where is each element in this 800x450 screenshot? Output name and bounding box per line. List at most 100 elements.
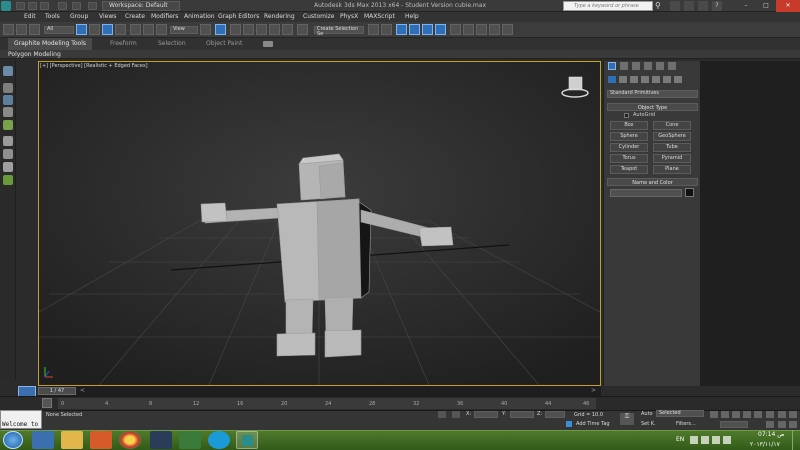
- named-selection-set-dropdown[interactable]: Create Selection Se: [314, 26, 364, 37]
- zoom-icon[interactable]: [766, 411, 774, 418]
- plane-button[interactable]: Plane: [653, 165, 691, 174]
- x-coordinate-field[interactable]: [474, 411, 498, 418]
- box-button[interactable]: Box: [610, 121, 648, 130]
- geometry-icon[interactable]: [608, 76, 616, 83]
- perspective-viewport[interactable]: [38, 61, 601, 386]
- chrome-icon[interactable]: [119, 431, 141, 449]
- create-tab-icon[interactable]: [608, 62, 616, 70]
- reference-coordinate-dropdown[interactable]: View: [170, 26, 198, 34]
- 3ds-max-task-icon[interactable]: [236, 431, 258, 449]
- hierarchy-tab-icon[interactable]: [632, 62, 640, 70]
- menu-views[interactable]: Views: [99, 12, 116, 22]
- cylinder-button[interactable]: Cylinder: [610, 143, 648, 152]
- align-icon[interactable]: [381, 24, 392, 35]
- teapot-button[interactable]: Teapot: [610, 165, 648, 174]
- previous-frame-icon[interactable]: [721, 411, 729, 418]
- time-slider[interactable]: 1 / 47 < >: [38, 386, 601, 396]
- tray-arrow-icon[interactable]: [690, 436, 698, 444]
- skype-icon[interactable]: [208, 431, 230, 449]
- toggle-ribbon-icon[interactable]: [409, 24, 420, 35]
- tab-graphite-modeling-tools[interactable]: Graphite Modeling Tools: [8, 38, 93, 50]
- z-coordinate-field[interactable]: [545, 411, 565, 418]
- selection-filter-dropdown[interactable]: All: [44, 26, 74, 34]
- keyboard-shortcut-override-icon[interactable]: [230, 24, 241, 35]
- people-app-icon[interactable]: [179, 431, 201, 449]
- set-key-button[interactable]: Set K.: [641, 421, 656, 427]
- spinner-snap-icon[interactable]: [282, 24, 293, 35]
- pan-icon[interactable]: [778, 411, 786, 418]
- polygon-modeling-panel[interactable]: Polygon Modeling: [8, 50, 61, 59]
- workspace-dropdown[interactable]: Workspace: Default: [102, 1, 180, 11]
- track-view-icon[interactable]: [3, 136, 13, 146]
- search-icon[interactable]: ⚲: [655, 1, 665, 11]
- clock-date[interactable]: ٢٠١٣/١١/١٧: [750, 441, 780, 448]
- motion-tab-icon[interactable]: [644, 62, 652, 70]
- go-to-start-icon[interactable]: [710, 411, 718, 418]
- time-tag-icon[interactable]: [566, 421, 572, 427]
- key-icon[interactable]: ⚿: [620, 413, 634, 425]
- lights-icon[interactable]: [630, 76, 638, 83]
- rectangular-selection-icon[interactable]: [102, 24, 113, 35]
- app-sphere-icon[interactable]: [150, 431, 172, 449]
- tube-button[interactable]: Tube: [653, 143, 691, 152]
- window-crossing-icon[interactable]: [115, 24, 126, 35]
- select-and-rotate-icon[interactable]: [143, 24, 154, 35]
- time-slider-next-icon[interactable]: >: [591, 388, 596, 394]
- y-coordinate-field[interactable]: [510, 411, 534, 418]
- render-production-icon[interactable]: [489, 24, 500, 35]
- space-warps-icon[interactable]: [663, 76, 671, 83]
- app-logo-icon[interactable]: [1, 1, 11, 11]
- save-file-icon[interactable]: [40, 2, 49, 10]
- maximize-button[interactable]: □: [756, 0, 776, 12]
- menu-maxscript[interactable]: MAXScript: [364, 12, 395, 22]
- curve-editor-icon[interactable]: [422, 24, 433, 35]
- clock-time[interactable]: 07:14 ص: [758, 431, 784, 438]
- key-mode-dropdown[interactable]: Selected: [656, 410, 704, 417]
- object-name-field[interactable]: [610, 189, 682, 197]
- paint-deform-icon[interactable]: [3, 107, 13, 117]
- layer-explorer-icon[interactable]: [396, 24, 407, 35]
- current-frame-field[interactable]: [720, 421, 748, 428]
- pivot-center-icon[interactable]: [200, 24, 211, 35]
- track-bar-menu-icon[interactable]: [42, 398, 52, 408]
- menu-create[interactable]: Create: [125, 12, 145, 22]
- rendered-frame-window-icon[interactable]: [476, 24, 487, 35]
- scene-explorer-icon[interactable]: [3, 83, 13, 93]
- percent-snap-icon[interactable]: [269, 24, 280, 35]
- walk-through-icon[interactable]: [778, 421, 786, 428]
- dope-sheet-icon[interactable]: [3, 149, 13, 159]
- time-slider-handle[interactable]: 1 / 47: [38, 387, 76, 395]
- angle-snap-icon[interactable]: [256, 24, 267, 35]
- ribbon-options-icon[interactable]: [263, 41, 273, 47]
- cone-button[interactable]: Cone: [653, 121, 691, 130]
- select-and-move-icon[interactable]: [130, 24, 141, 35]
- pyramid-button[interactable]: Pyramid: [653, 154, 691, 163]
- absolute-mode-icon[interactable]: [452, 411, 460, 418]
- edit-named-selection-icon[interactable]: [297, 24, 308, 35]
- snaps-toggle-icon[interactable]: [243, 24, 254, 35]
- display-tab-icon[interactable]: [656, 62, 664, 70]
- field-of-view-icon[interactable]: [766, 421, 774, 428]
- auto-key-button[interactable]: Auto: [641, 411, 653, 417]
- communication-center-icon[interactable]: [684, 1, 694, 11]
- orbit-icon[interactable]: [789, 411, 797, 418]
- subscription-center-icon[interactable]: [670, 1, 680, 11]
- maxscript-listener[interactable]: Welcome to: [0, 410, 42, 429]
- systems-icon[interactable]: [674, 76, 682, 83]
- menu-tools[interactable]: Tools: [45, 12, 60, 22]
- tab-freeform[interactable]: Freeform: [110, 38, 137, 50]
- object-color-swatch[interactable]: [685, 188, 694, 197]
- torus-button[interactable]: Torus: [610, 154, 648, 163]
- favorites-star-icon[interactable]: [698, 1, 708, 11]
- tab-object-paint[interactable]: Object Paint: [206, 38, 242, 50]
- render-teapot-icon[interactable]: [502, 24, 513, 35]
- new-scene-icon[interactable]: [16, 2, 25, 10]
- bind-to-space-warp-icon[interactable]: [29, 24, 40, 35]
- maximize-viewport-icon[interactable]: [789, 421, 797, 428]
- utilities-tab-icon[interactable]: [668, 62, 676, 70]
- help-icon[interactable]: ?: [712, 1, 722, 11]
- cameras-icon[interactable]: [641, 76, 649, 83]
- redo-icon[interactable]: [72, 2, 81, 10]
- primitive-category-dropdown[interactable]: Standard Primitives: [607, 90, 698, 98]
- menu-graph-editors[interactable]: Graph Editors: [218, 12, 259, 22]
